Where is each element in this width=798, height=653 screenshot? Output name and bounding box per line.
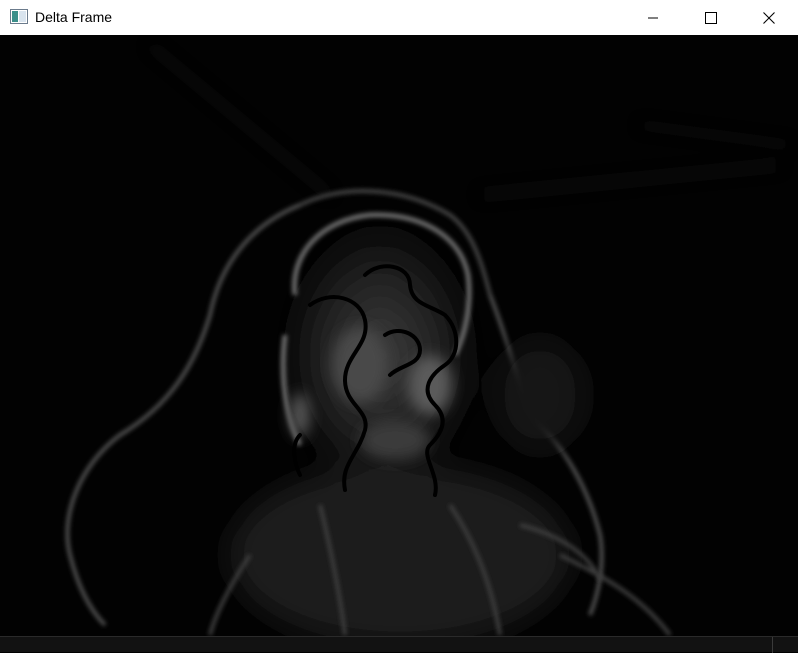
minimize-button[interactable]: [624, 0, 682, 35]
window-title: Delta Frame: [35, 9, 113, 25]
status-separator: [772, 637, 773, 653]
close-icon: [763, 11, 775, 24]
app-icon: [10, 9, 28, 24]
minimize-icon: [648, 17, 658, 18]
delta-frame-image: [0, 35, 798, 636]
close-button[interactable]: [740, 0, 798, 35]
status-bar: [0, 636, 798, 653]
title-bar[interactable]: Delta Frame: [0, 0, 798, 35]
maximize-button[interactable]: [682, 0, 740, 35]
app-window: Delta Frame: [0, 0, 798, 653]
maximize-icon: [705, 11, 717, 24]
delta-frame-canvas[interactable]: [0, 35, 798, 636]
